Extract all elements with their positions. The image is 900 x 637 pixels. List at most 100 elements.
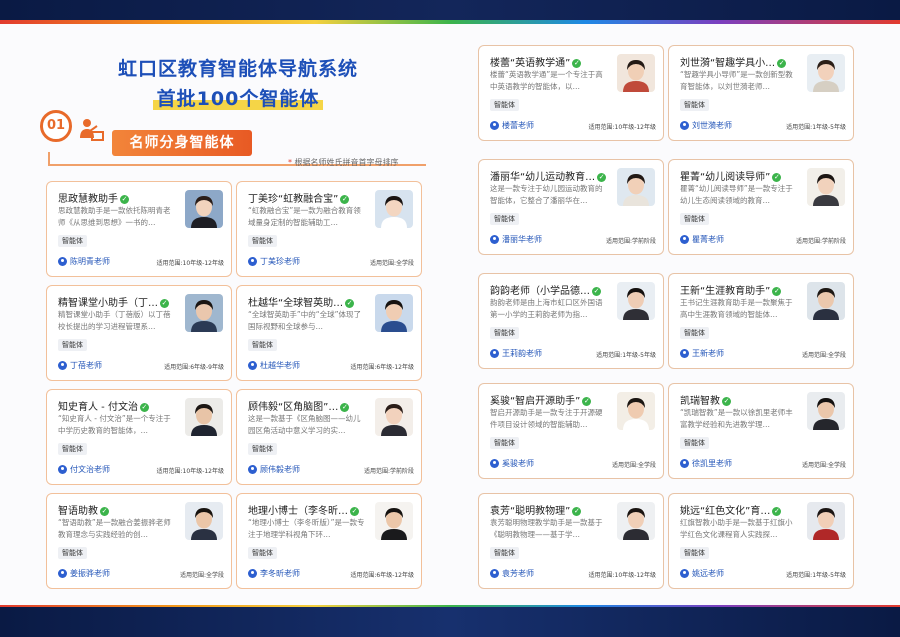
verified-check-icon: ✓: [345, 298, 355, 308]
agent-card[interactable]: 奚骏“智启开源助手” ✓ 智启开源助手是一款专注于开源硬件项目设计领域的智能辅助… 智…: [478, 383, 664, 479]
verified-check-icon: ✓: [772, 286, 782, 296]
author-name: 顾伟毅老师: [260, 465, 300, 474]
card-author[interactable]: 顾伟毅老师: [248, 464, 300, 475]
agent-card[interactable]: 地理小博士（李冬昕… ✓ “地理小博士（李冬昕版）”是一款专注于地理学科视角下环… 智…: [236, 493, 422, 589]
card-range: 适用范围:全学段: [179, 572, 224, 579]
card-author[interactable]: 陈明青老师: [58, 256, 110, 267]
card-range: 适用范围:10年级-12年级: [588, 124, 656, 131]
card-title: 刘世漪“智趣学具小… ✓: [680, 54, 798, 69]
person-icon: [680, 121, 689, 130]
author-name: 付文治老师: [70, 465, 110, 474]
agent-card[interactable]: 楼蕾“英语教学通” ✓ 楼蕾“英语教学通”是一个专注于高中英语教学的智能体，以… 智能…: [478, 45, 664, 141]
agent-card[interactable]: 袁芳“聪明教物理” ✓ 袁芳聪明物理教学助手是一款基于《聪明教物理——基于学… 智能体…: [478, 493, 664, 589]
right-panel: 楼蕾“英语教学通” ✓ 楼蕾“英语教学通”是一个专注于高中英语教学的智能体，以… 智能…: [478, 24, 868, 605]
card-range: 适用范围:全学段: [369, 260, 414, 267]
card-title-text: 地理小博士（李冬昕…: [248, 506, 348, 517]
agent-card[interactable]: 顾伟毅“区角脑图”… ✓ 这是一款基于《区角脑图——幼儿园区角活动中意义学习的实… 智…: [236, 389, 422, 485]
author-name: 李冬昕老师: [260, 569, 300, 578]
card-title: 杜越华“全球智英助… ✓: [248, 294, 366, 309]
card-tag: 智能体: [680, 547, 709, 559]
person-icon: [680, 459, 689, 468]
card-tag: 智能体: [58, 235, 87, 247]
card-title-text: 袁芳“聪明教物理”: [490, 506, 571, 517]
agent-card[interactable]: 瞿菁“幼儿阅读导师” ✓ 瞿菁“幼儿阅读导师”是一款专注于幼儿生态阅读领域的教育… 智…: [668, 159, 854, 255]
card-description: 思政慧教助手是一款依托陈明青老师《从思维到思想》一书的…: [58, 206, 171, 227]
card-author[interactable]: 袁芳老师: [490, 568, 534, 579]
card-author[interactable]: 楼蕾老师: [490, 120, 534, 131]
person-icon: [680, 235, 689, 244]
person-icon: [58, 257, 67, 266]
card-author[interactable]: 李冬昕老师: [248, 568, 300, 579]
person-icon: [248, 569, 257, 578]
agent-card[interactable]: 杜越华“全球智英助… ✓ “全球智英助手”中的“全球”体现了国际视野和全球参与… 智能…: [236, 285, 422, 381]
card-title: 知史育人 - 付文治 ✓: [58, 398, 176, 413]
card-author[interactable]: 姚远老师: [680, 568, 724, 579]
agent-card[interactable]: 凯瑞智教 ✓ “凯瑞智教”是一款以徐凯里老师丰富教学经验和先进教学理… 智能体 徐凯里老…: [668, 383, 854, 479]
card-tag: 智能体: [490, 547, 519, 559]
agent-card[interactable]: 精智课堂小助手（丁… ✓ 精智课堂小助手（丁蓓版）以丁蓓校长提出的学习进程管理系… 智…: [46, 285, 232, 381]
card-title: 凯瑞智教 ✓: [680, 392, 798, 407]
card-title-text: 奚骏“智启开源助手”: [490, 396, 581, 407]
agent-card[interactable]: 智语助教 ✓ “智语助教”是一款融合姜振骅老师教育理念与实践经验的创… 智能体 姜振骅老…: [46, 493, 232, 589]
teacher-avatar: [617, 392, 655, 430]
author-name: 姚远老师: [692, 569, 724, 578]
card-author[interactable]: 瞿菁老师: [680, 234, 724, 245]
agent-card[interactable]: 王新“生涯教育助手” ✓ 王书记生涯教育助手是一款聚焦于高中生涯教育领域的智能体… 智…: [668, 273, 854, 369]
card-description: 楼蕾“英语教学通”是一个专注于高中英语教学的智能体，以…: [490, 70, 603, 91]
card-author[interactable]: 王莉韵老师: [490, 348, 542, 359]
card-title-text: 杜越华“全球智英助…: [248, 298, 344, 309]
agent-card[interactable]: 丁美珍“虹教融合宝” ✓ “虹教融合宝”是一款为融合教育领域量身定制的智能辅助工… 智…: [236, 181, 422, 277]
card-author[interactable]: 王新老师: [680, 348, 724, 359]
person-icon: [680, 349, 689, 358]
teacher-avatar: [617, 502, 655, 540]
person-icon: [490, 235, 499, 244]
agent-card[interactable]: 刘世漪“智趣学具小… ✓ “智趣学具小导师”是一款创新型教育智能体，以刘世漪老师… 智…: [668, 45, 854, 141]
agent-card[interactable]: 思政慧教助手 ✓ 思政慧教助手是一款依托陈明青老师《从思维到思想》一书的… 智能体陈明…: [46, 181, 232, 277]
card-author[interactable]: 丁蓓老师: [58, 360, 102, 371]
agent-card[interactable]: 潘丽华“幼儿运动教育… ✓ 这是一款专注于幼儿园运动教育的智能体，它整合了潘丽华在……: [478, 159, 664, 255]
verified-check-icon: ✓: [120, 194, 129, 204]
card-range: 适用范围:6年级-12年级: [350, 572, 414, 579]
card-author[interactable]: 丁美珍老师: [248, 256, 300, 267]
card-title-text: 精智课堂小助手（丁…: [58, 298, 158, 309]
card-range: 适用范围:10年级-12年级: [156, 468, 224, 475]
person-icon: [680, 569, 689, 578]
card-author[interactable]: 杜越华老师: [248, 360, 300, 371]
card-author[interactable]: 姜振骅老师: [58, 568, 110, 579]
card-range: 适用范围:全学段: [801, 462, 846, 469]
card-tag: 智能体: [248, 339, 277, 351]
teacher-avatar: [617, 282, 655, 320]
card-author[interactable]: 奚骏老师: [490, 458, 534, 469]
left-panel: 虹口区教育智能体导航系统 首批100个智能体 01 名师分身智能体 * 根据名师…: [38, 24, 438, 605]
teacher-avatar: [185, 502, 223, 540]
agent-card[interactable]: 姚远“红色文化”育… ✓ 红旗智教小助手是一款基于红旗小学红色文化课程育人实践探… 智…: [668, 493, 854, 589]
card-title-text: 知史育人 - 付文治: [58, 402, 138, 413]
teacher-avatar: [617, 168, 655, 206]
card-range: 适用范围:学前阶段: [795, 238, 846, 245]
section-title: 名师分身智能体: [112, 130, 252, 156]
card-author[interactable]: 徐凯里老师: [680, 458, 732, 469]
card-range: 适用范围:全学段: [611, 462, 656, 469]
teacher-avatar: [375, 398, 413, 436]
top-band: [0, 0, 900, 22]
sort-note: * 根据名师姓氏拼音首字母排序: [288, 157, 399, 168]
verified-check-icon: ✓: [340, 194, 350, 204]
sub-title: 首批100个智能体: [38, 84, 438, 111]
card-description: 这是一款专注于幼儿园运动教育的智能体，它整合了潘丽华在…: [490, 184, 603, 205]
agent-card[interactable]: 知史育人 - 付文治 ✓ “知史育人 - 付文治”是一个专注于中学历史教育的智能体，…: [46, 389, 232, 485]
card-description: “智趣学具小导师”是一款创新型教育智能体，以刘世漪老师…: [680, 70, 793, 91]
teacher-avatar: [185, 398, 223, 436]
card-author[interactable]: 付文治老师: [58, 464, 110, 475]
card-title: 思政慧教助手 ✓: [58, 190, 176, 205]
card-title: 潘丽华“幼儿运动教育… ✓: [490, 168, 608, 183]
card-author[interactable]: 刘世漪老师: [680, 120, 732, 131]
agent-card[interactable]: 韵韵老师（小学品德… ✓ 韵韵老师是由上海市虹口区外国语第一小学的王莉韵老师为指… 智…: [478, 273, 664, 369]
teacher-avatar: [375, 294, 413, 332]
card-author[interactable]: 潘丽华老师: [490, 234, 542, 245]
card-description: 王书记生涯教育助手是一款聚焦于高中生涯教育领域的智能体…: [680, 298, 793, 319]
card-title-text: 丁美珍“虹教融合宝”: [248, 194, 339, 205]
teacher-avatar: [807, 282, 845, 320]
card-title-text: 顾伟毅“区角脑图”…: [248, 402, 339, 413]
verified-check-icon: ✓: [572, 58, 582, 68]
person-icon: [490, 569, 499, 578]
